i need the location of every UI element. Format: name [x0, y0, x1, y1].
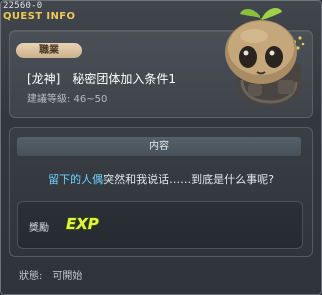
content-header: 内容 — [17, 137, 301, 156]
exp-icon-text: EXP — [66, 215, 99, 233]
exp-icon: EXP — [65, 214, 99, 233]
npc-name-highlight[interactable]: 留下的人偶 — [48, 173, 103, 186]
doll-portrait-icon — [225, 8, 305, 106]
quest-description: 留下的人偶突然和我说话……到底是什么事呢? — [0, 171, 322, 187]
recommended-level: 建議等級: 46~50 — [27, 94, 108, 105]
reward-box — [17, 201, 303, 249]
quest-status: 狀態: 可開始 — [19, 271, 83, 282]
quest-id: 22560-0 — [3, 1, 43, 11]
description-text: 突然和我说话……到底是什么事呢? — [103, 173, 274, 186]
quest-name: [龙神] 秘密团体加入条件1 — [27, 72, 176, 86]
reward-label: 獎勵 — [29, 223, 49, 234]
job-badge: 職業 — [16, 43, 82, 58]
window-title: QUEST INFO — [3, 11, 76, 22]
